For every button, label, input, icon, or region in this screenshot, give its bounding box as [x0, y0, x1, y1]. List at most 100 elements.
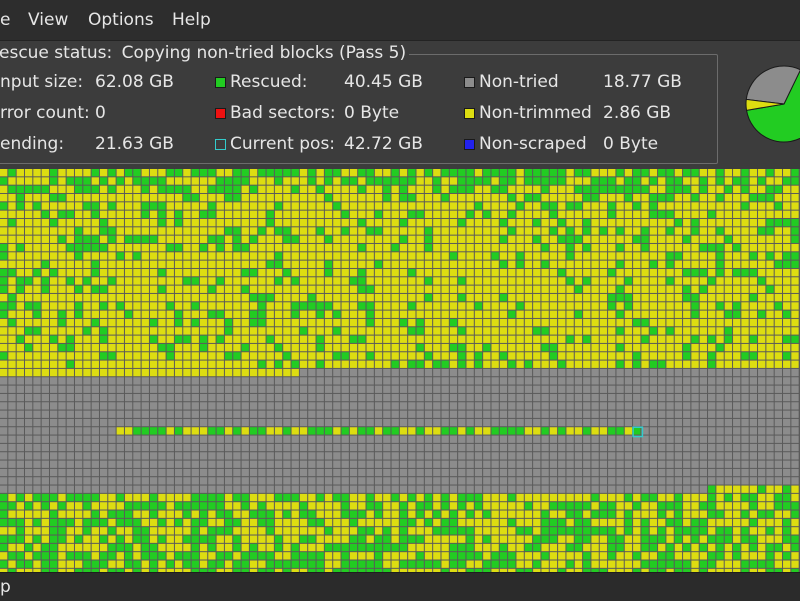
menu-view[interactable]: View: [28, 10, 68, 30]
block-cell: [541, 518, 549, 527]
block-cell: [616, 235, 624, 243]
block-cell: [91, 293, 99, 302]
block-cell: [358, 202, 366, 210]
block-cell: [291, 477, 299, 485]
block-cell: [8, 360, 16, 368]
block-cell: [141, 252, 149, 260]
block-cell: [383, 260, 391, 268]
block-cell: [674, 493, 683, 502]
block-cell: [666, 277, 674, 285]
block-cell: [174, 402, 183, 410]
block-cell: [508, 410, 516, 418]
block-cell: [449, 368, 458, 377]
block-cell: [99, 477, 108, 485]
block-cell: [474, 343, 483, 352]
menu-help[interactable]: Help: [172, 10, 211, 30]
block-cell: [149, 560, 158, 568]
block-cell: [308, 252, 316, 260]
block-cell: [216, 343, 224, 352]
block-cell: [224, 277, 233, 285]
block-cell: [366, 210, 374, 218]
block-cell: [141, 418, 149, 427]
block-cell: [224, 468, 233, 477]
block-cell: [66, 169, 74, 177]
block-cell: [708, 485, 716, 493]
block-cell: [324, 502, 333, 510]
block-cell: [124, 177, 133, 185]
block-cell: [299, 477, 308, 485]
block-cell: [24, 235, 33, 243]
block-cell: [758, 235, 766, 243]
block-cell: [58, 293, 66, 302]
block-cell: [8, 227, 16, 235]
block-cell: [441, 552, 449, 560]
block-cell: [316, 543, 324, 552]
block-cell: [374, 510, 383, 518]
block-cell: [633, 177, 641, 185]
block-cell: [241, 485, 249, 493]
block-cell: [566, 169, 574, 177]
block-cell: [599, 460, 608, 468]
block-cell: [508, 535, 516, 543]
block-cell: [516, 460, 524, 468]
block-cell: [324, 185, 333, 193]
non-tried-swatch: [464, 77, 475, 88]
block-cell: [391, 235, 399, 243]
block-cell: [283, 177, 291, 185]
block-cell: [691, 252, 699, 260]
block-cell: [383, 277, 391, 285]
block-cell: [608, 477, 616, 485]
block-cell: [541, 318, 549, 327]
block-cell: [333, 552, 341, 560]
block-cell: [108, 327, 116, 335]
block-cell: [99, 352, 108, 360]
block-cell: [208, 410, 216, 418]
block-cell: [183, 169, 191, 177]
block-cell: [399, 285, 408, 293]
block-cell: [341, 227, 349, 235]
block-cell: [608, 468, 616, 477]
block-cell: [674, 410, 683, 418]
block-cell: [466, 335, 474, 343]
block-cell: [24, 193, 33, 202]
menu-options[interactable]: Options: [88, 10, 154, 30]
menu-file[interactable]: e: [0, 10, 10, 30]
block-cell: [316, 485, 324, 493]
block-cell: [466, 527, 474, 535]
block-cell: [458, 210, 466, 218]
block-cell: [558, 510, 566, 518]
block-cell: [24, 427, 33, 435]
block-cell: [283, 318, 291, 327]
block-cell: [33, 477, 41, 485]
block-cell: [774, 210, 783, 218]
block-cell: [408, 535, 416, 543]
block-cell: [741, 527, 749, 535]
block-cell: [191, 385, 199, 393]
block-cell: [783, 535, 791, 543]
block-cell: [241, 502, 249, 510]
block-cell: [766, 235, 774, 243]
block-cell: [58, 210, 66, 218]
block-cell: [524, 202, 533, 210]
block-cell: [108, 527, 116, 535]
block-cell: [66, 210, 74, 218]
block-cell: [616, 185, 624, 193]
block-cell: [341, 460, 349, 468]
block-cell: [249, 293, 258, 302]
block-cell: [383, 318, 391, 327]
block-cell: [733, 285, 741, 293]
block-cell: [108, 352, 116, 360]
block-cell: [291, 485, 299, 493]
block-cell: [424, 218, 433, 227]
block-cell: [458, 402, 466, 410]
block-cell: [391, 252, 399, 260]
block-cell: [216, 169, 224, 177]
block-cell: [58, 485, 66, 493]
block-cell: [174, 218, 183, 227]
block-cell: [158, 377, 166, 385]
block-cell: [591, 169, 599, 177]
block-cell: [691, 443, 699, 452]
block-cell: [349, 518, 358, 527]
block-cell: [508, 518, 516, 527]
block-cell: [391, 193, 399, 202]
